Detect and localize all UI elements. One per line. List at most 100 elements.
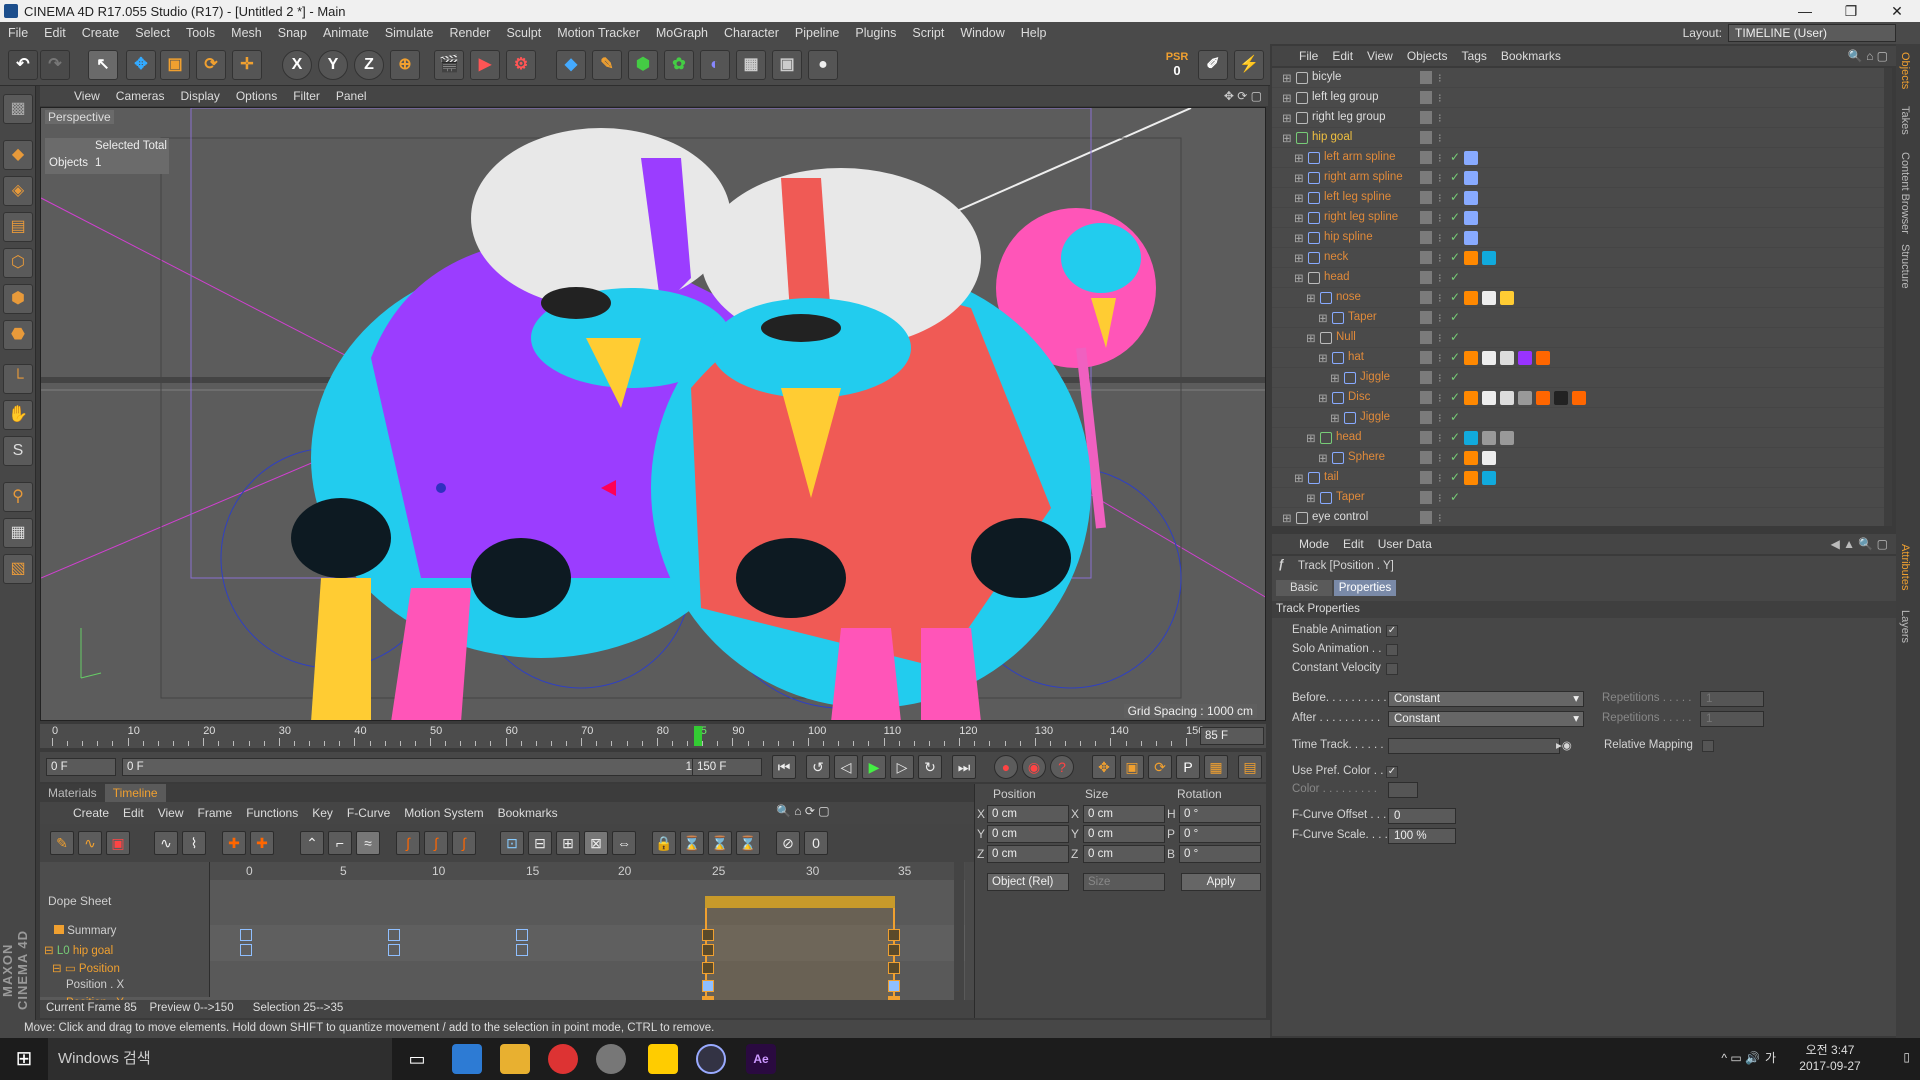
- dope-scrollbar[interactable]: [954, 862, 964, 1000]
- auto-mode-icon[interactable]: ⊠: [584, 831, 608, 855]
- expand-icon[interactable]: ⊞: [1294, 151, 1304, 165]
- object-tag-icon[interactable]: [1464, 191, 1478, 205]
- object-row[interactable]: ⊞ right leg spline ⁝ ✓: [1272, 208, 1892, 228]
- position-y-field[interactable]: 0 cm: [987, 825, 1069, 843]
- object-row[interactable]: ⊞ eye control ⁝: [1272, 508, 1892, 526]
- play-icon[interactable]: ▶: [862, 755, 886, 779]
- timeline-menu-fcurve[interactable]: F-Curve: [340, 806, 397, 820]
- position-x-field[interactable]: 0 cm: [987, 805, 1069, 823]
- menu-select[interactable]: Select: [127, 26, 178, 40]
- render-view-icon[interactable]: 🎬: [434, 50, 464, 80]
- layer-visibility-icon[interactable]: [1420, 371, 1432, 384]
- object-row[interactable]: ⊞ left leg spline ⁝ ✓: [1272, 188, 1892, 208]
- visibility-dots-icon[interactable]: ⁝: [1438, 111, 1442, 125]
- side-tab-layers[interactable]: Layers: [1899, 610, 1911, 643]
- expand-icon[interactable]: ⊞: [1294, 271, 1304, 285]
- expand-icon[interactable]: ⊞: [1306, 431, 1316, 445]
- object-row[interactable]: ⊞ hip spline ⁝ ✓: [1272, 228, 1892, 248]
- repetitions-after-field[interactable]: 1: [1700, 711, 1764, 727]
- live-selection-icon[interactable]: ↖: [88, 50, 118, 80]
- visibility-dots-icon[interactable]: ⁝: [1438, 431, 1442, 445]
- dope-sheet-mode-icon[interactable]: ✎: [50, 831, 74, 855]
- menu-tools[interactable]: Tools: [178, 26, 223, 40]
- expand-icon[interactable]: ⊞: [1306, 291, 1316, 305]
- keyframe-selected[interactable]: [888, 929, 900, 941]
- snapping-icon[interactable]: S: [3, 436, 33, 466]
- layer-visibility-icon[interactable]: [1420, 491, 1432, 504]
- enabled-check-icon[interactable]: ✓: [1450, 390, 1460, 404]
- rotation-key-icon[interactable]: ⟳: [1148, 755, 1172, 779]
- objects-menu-objects[interactable]: Objects: [1400, 49, 1455, 63]
- object-tag-icon[interactable]: [1464, 151, 1478, 165]
- size-z-field[interactable]: 0 cm: [1083, 845, 1165, 863]
- object-tag-icon[interactable]: [1464, 471, 1478, 485]
- autokeying-icon[interactable]: ◉: [1022, 755, 1046, 779]
- kakaotalk-icon[interactable]: [648, 1044, 678, 1074]
- object-tag-icon[interactable]: [1482, 251, 1496, 265]
- enabled-check-icon[interactable]: ✓: [1450, 470, 1460, 484]
- object-tag-icon[interactable]: [1500, 391, 1514, 405]
- expand-icon[interactable]: ⊞: [1294, 191, 1304, 205]
- object-row[interactable]: ⊞ Taper ⁝ ✓: [1272, 488, 1892, 508]
- color-swatch[interactable]: [1388, 782, 1418, 798]
- viewport-menu-options[interactable]: Options: [228, 89, 285, 103]
- make-editable-icon[interactable]: ▩: [3, 94, 33, 124]
- menu-mesh[interactable]: Mesh: [223, 26, 270, 40]
- menu-simulate[interactable]: Simulate: [377, 26, 442, 40]
- keyframe-selected[interactable]: [888, 944, 900, 956]
- enabled-check-icon[interactable]: ✓: [1450, 170, 1460, 184]
- apply-button[interactable]: Apply: [1181, 873, 1261, 891]
- magnet-icon[interactable]: ⚲: [3, 482, 33, 512]
- timeline-menu-motion-system[interactable]: Motion System: [397, 806, 490, 820]
- visibility-dots-icon[interactable]: ⁝: [1438, 151, 1442, 165]
- windows-start-icon[interactable]: ⊞: [0, 1038, 48, 1080]
- expand-icon[interactable]: ⊞: [1282, 511, 1292, 525]
- visibility-dots-icon[interactable]: ⁝: [1438, 331, 1442, 345]
- selection-range-bar[interactable]: [705, 896, 895, 908]
- playhead-marker[interactable]: [694, 726, 702, 746]
- object-tag-icon[interactable]: [1482, 391, 1496, 405]
- expand-icon[interactable]: ⊞: [1318, 311, 1328, 325]
- viewport-menu-cameras[interactable]: Cameras: [108, 89, 173, 103]
- object-row[interactable]: ⊞ right leg group ⁝: [1272, 108, 1892, 128]
- expand-icon[interactable]: ⊞: [1294, 211, 1304, 225]
- object-list-scrollbar[interactable]: [1884, 68, 1892, 526]
- viewport-menu-panel[interactable]: Panel: [328, 89, 375, 103]
- keyframe-selected[interactable]: [888, 962, 900, 974]
- preview-range-slider[interactable]: 0 F 150 F: [122, 758, 722, 776]
- menu-sculpt[interactable]: Sculpt: [498, 26, 549, 40]
- layer-visibility-icon[interactable]: [1420, 291, 1432, 304]
- timeline-window-icon[interactable]: ▤: [1238, 755, 1262, 779]
- point-level-icon[interactable]: ▦: [1204, 755, 1228, 779]
- layer-visibility-icon[interactable]: [1420, 171, 1432, 184]
- menu-create[interactable]: Create: [74, 26, 128, 40]
- rotation-h-field[interactable]: 0 °: [1179, 805, 1261, 823]
- object-tag-icon[interactable]: [1482, 431, 1496, 445]
- visibility-dots-icon[interactable]: ⁝: [1438, 171, 1442, 185]
- layer-visibility-icon[interactable]: [1420, 311, 1432, 324]
- keyframe[interactable]: [388, 944, 400, 956]
- object-tag-icon[interactable]: [1572, 391, 1586, 405]
- object-row[interactable]: ⊞ Disc ⁝ ✓: [1272, 388, 1892, 408]
- add-key-icon[interactable]: ✚: [222, 831, 246, 855]
- viewport-menu-display[interactable]: Display: [172, 89, 227, 103]
- expand-icon[interactable]: ⊞: [1294, 171, 1304, 185]
- object-tag-icon[interactable]: [1464, 251, 1478, 265]
- after-effects-icon[interactable]: Ae: [746, 1044, 776, 1074]
- object-row[interactable]: ⊞ hat ⁝ ✓: [1272, 348, 1892, 368]
- linear-interp-icon[interactable]: ⌃: [300, 831, 324, 855]
- object-tag-icon[interactable]: [1482, 351, 1496, 365]
- ease-out-icon[interactable]: ∫: [424, 831, 448, 855]
- keyframe[interactable]: [516, 929, 528, 941]
- layer-visibility-icon[interactable]: [1420, 231, 1432, 244]
- attr-menu-edit[interactable]: Edit: [1336, 537, 1371, 551]
- timeline-ruler[interactable]: 010203040506070808590100110120130140150 …: [40, 724, 1266, 748]
- viewport-camera-label[interactable]: Perspective: [45, 110, 114, 124]
- timeline-menu-edit[interactable]: Edit: [116, 806, 151, 820]
- enabled-check-icon[interactable]: ✓: [1450, 210, 1460, 224]
- record-keys-icon[interactable]: ●: [994, 755, 1018, 779]
- dope-frame-ruler[interactable]: 0 5 10 15 20 25 30 35: [210, 862, 965, 880]
- object-row[interactable]: ⊞ tail ⁝ ✓: [1272, 468, 1892, 488]
- side-tab-structure[interactable]: Structure: [1899, 244, 1911, 289]
- keyframe[interactable]: [240, 944, 252, 956]
